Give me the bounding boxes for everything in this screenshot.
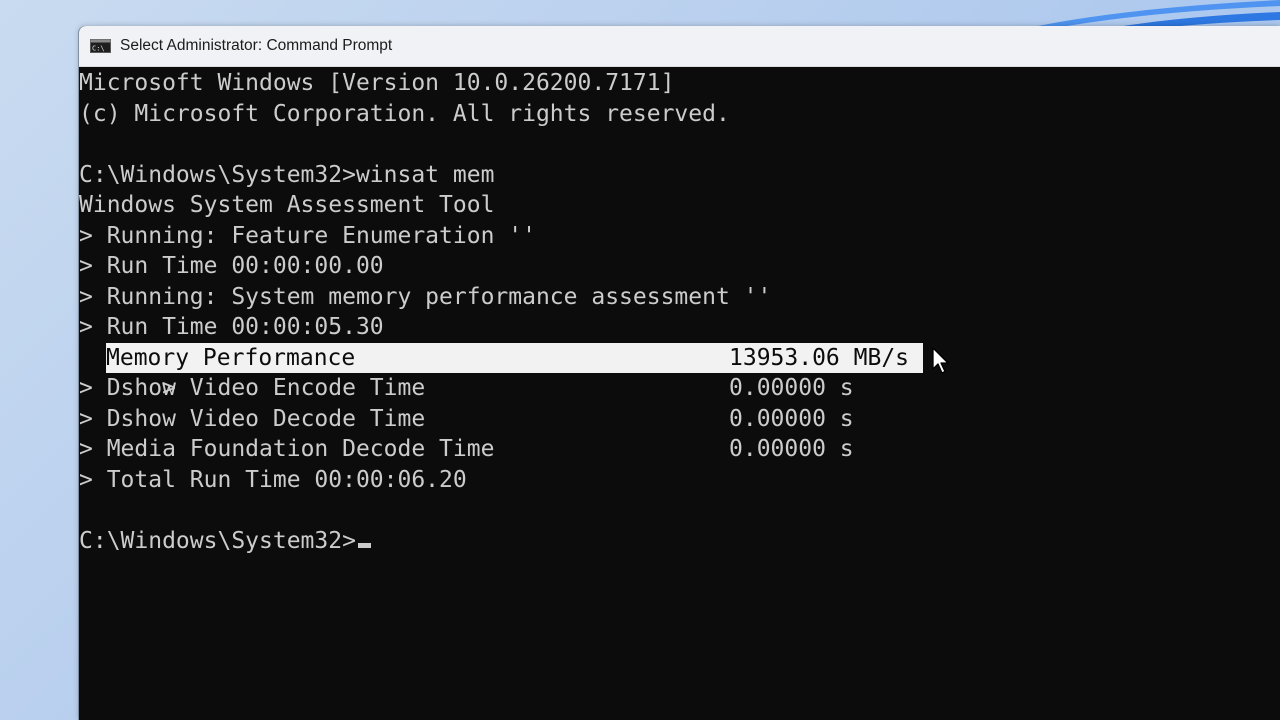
result-value: 0.00000 s bbox=[729, 375, 854, 401]
result-prefix: > bbox=[79, 375, 107, 401]
command-prompt-window[interactable]: C:\ Select Administrator: Command Prompt… bbox=[79, 26, 1280, 720]
result-label: Media Foundation Decode Time bbox=[106, 436, 495, 462]
result-row: > Dshow Video Decode Time 0.00000 s bbox=[79, 404, 1280, 435]
result-label: Dshow Video Encode Time bbox=[106, 375, 426, 401]
console-line: C:\Windows\System32>winsat mem bbox=[79, 161, 495, 188]
svg-text:C:\: C:\ bbox=[92, 45, 105, 53]
console-line: Microsoft Windows [Version 10.0.26200.71… bbox=[79, 70, 675, 96]
result-prefix: > bbox=[79, 405, 107, 432]
prompt-line[interactable]: C:\Windows\System32> bbox=[79, 526, 1280, 557]
result-row: > Dshow Video Encode Time 0.00000 s bbox=[79, 373, 1280, 404]
result-label: Dshow Video Decode Time bbox=[106, 405, 426, 432]
result-label: Memory Performance bbox=[106, 344, 356, 371]
result-prefix: > bbox=[79, 436, 107, 462]
console-line: > Run Time 00:00:00.00 bbox=[79, 253, 384, 279]
prompt-text: C:\Windows\System32> bbox=[79, 527, 356, 554]
title-bar[interactable]: C:\ Select Administrator: Command Prompt bbox=[79, 26, 1280, 67]
cmd-icon: C:\ bbox=[90, 39, 111, 53]
console-line: > Running: Feature Enumeration '' bbox=[79, 222, 536, 249]
console-line: Windows System Assessment Tool bbox=[79, 192, 495, 218]
total-run-time-line: > Total Run Time 00:00:06.20 bbox=[79, 466, 467, 493]
console-line: > Run Time 00:00:05.30 bbox=[79, 314, 384, 340]
result-value: 13953.06 MB/s bbox=[729, 344, 910, 371]
console-output[interactable]: Microsoft Windows [Version 10.0.26200.71… bbox=[79, 67, 1280, 720]
mouse-pointer-icon bbox=[932, 347, 952, 377]
text-cursor bbox=[357, 542, 371, 548]
result-value: 0.00000 s bbox=[729, 405, 854, 432]
result-value: 0.00000 s bbox=[729, 436, 854, 462]
result-row: > Media Foundation Decode Time 0.00000 s bbox=[79, 434, 1280, 465]
result-row-selected: > Memory Performance 13953.06 MB/s bbox=[79, 342, 1280, 401]
console-line: > Running: System memory performance ass… bbox=[79, 283, 772, 310]
window-title: Select Administrator: Command Prompt bbox=[120, 37, 393, 54]
console-line: (c) Microsoft Corporation. All rights re… bbox=[79, 100, 730, 127]
